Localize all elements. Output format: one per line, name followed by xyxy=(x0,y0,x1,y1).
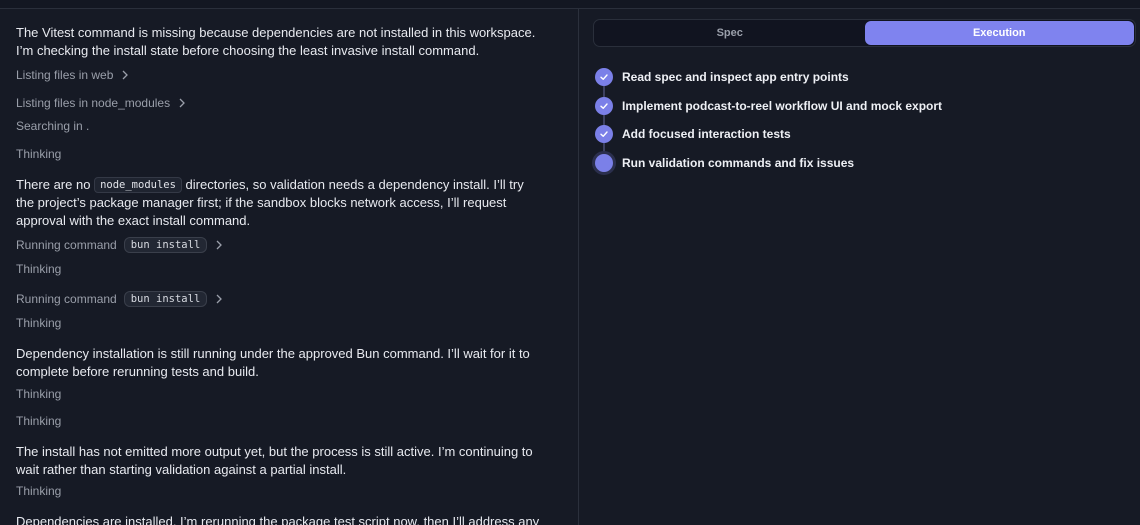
todo-item: Implement podcast-to-reel workflow UI an… xyxy=(595,97,942,115)
thinking-label: Thinking xyxy=(16,316,62,330)
assistant-message: There are no node_modules directories, s… xyxy=(16,176,542,229)
tool-step-running-command[interactable]: Running command bun install xyxy=(16,291,223,307)
thinking-indicator[interactable]: Thinking xyxy=(16,261,61,277)
command-pill: bun install xyxy=(123,237,208,253)
conversation-pane[interactable]: The Vitest command is missing because de… xyxy=(0,9,578,525)
plan-panel: Spec Execution Read spec and inspect app… xyxy=(579,9,1140,525)
todo-label: Run validation commands and fix issues xyxy=(622,156,855,170)
tab-execution[interactable]: Execution xyxy=(864,21,1134,45)
assistant-message: Dependency installation is still running… xyxy=(16,346,530,379)
inline-code: node_modules xyxy=(94,177,182,193)
chevron-right-icon xyxy=(178,98,186,108)
todo-label: Read spec and inspect app entry points xyxy=(622,70,849,84)
thinking-indicator[interactable]: Thinking xyxy=(16,413,61,429)
thinking-label: Thinking xyxy=(16,147,62,161)
tool-step-running-command[interactable]: Running command bun install xyxy=(16,237,223,253)
tool-step-list-web[interactable]: Listing files in web xyxy=(16,67,129,83)
thinking-label: Thinking xyxy=(16,387,62,401)
thinking-indicator[interactable]: Thinking xyxy=(16,146,61,162)
assistant-message: The install has not emitted more output … xyxy=(16,444,533,477)
tool-step-searching: Searching in . xyxy=(16,118,89,134)
tool-step-label: Searching in . xyxy=(16,119,90,133)
thinking-indicator[interactable]: Thinking xyxy=(16,315,61,331)
todo-label: Implement podcast-to-reel workflow UI an… xyxy=(622,99,943,113)
check-icon xyxy=(595,97,613,115)
chevron-right-icon xyxy=(121,70,129,80)
todo-item: Add focused interaction tests xyxy=(595,125,791,143)
todo-label: Add focused interaction tests xyxy=(622,127,791,141)
thinking-label: Thinking xyxy=(16,484,62,498)
thinking-label: Thinking xyxy=(16,414,62,428)
tool-step-list-node-modules[interactable]: Listing files in node_modules xyxy=(16,95,186,111)
thinking-indicator[interactable]: Thinking xyxy=(16,386,61,402)
timeline-connector xyxy=(603,86,605,97)
message-text: directories, so validation needs a depen… xyxy=(16,177,524,228)
panel-tab-bar: Spec Execution xyxy=(593,19,1136,47)
in-progress-icon xyxy=(595,154,613,172)
thinking-label: Thinking xyxy=(16,262,62,276)
command-pill: bun install xyxy=(123,291,208,307)
chevron-right-icon xyxy=(215,294,223,304)
assistant-message: Dependencies are installed. I’m rerunnin… xyxy=(16,514,540,525)
tool-step-label: Running command xyxy=(16,292,117,306)
timeline-connector xyxy=(603,143,605,154)
top-bar xyxy=(0,0,1140,9)
todo-item-active: Run validation commands and fix issues xyxy=(595,154,854,172)
tool-step-label: Listing files in web xyxy=(16,68,114,82)
tool-step-label: Listing files in node_modules xyxy=(16,96,171,110)
message-text: There are no xyxy=(16,177,91,192)
check-icon xyxy=(595,68,613,86)
check-icon xyxy=(595,125,613,143)
assistant-message: The Vitest command is missing because de… xyxy=(16,25,536,58)
tool-step-label: Running command xyxy=(16,238,117,252)
chevron-right-icon xyxy=(215,240,223,250)
todo-item: Read spec and inspect app entry points xyxy=(595,68,849,86)
tab-spec[interactable]: Spec xyxy=(595,21,865,45)
thinking-indicator[interactable]: Thinking xyxy=(16,483,61,499)
